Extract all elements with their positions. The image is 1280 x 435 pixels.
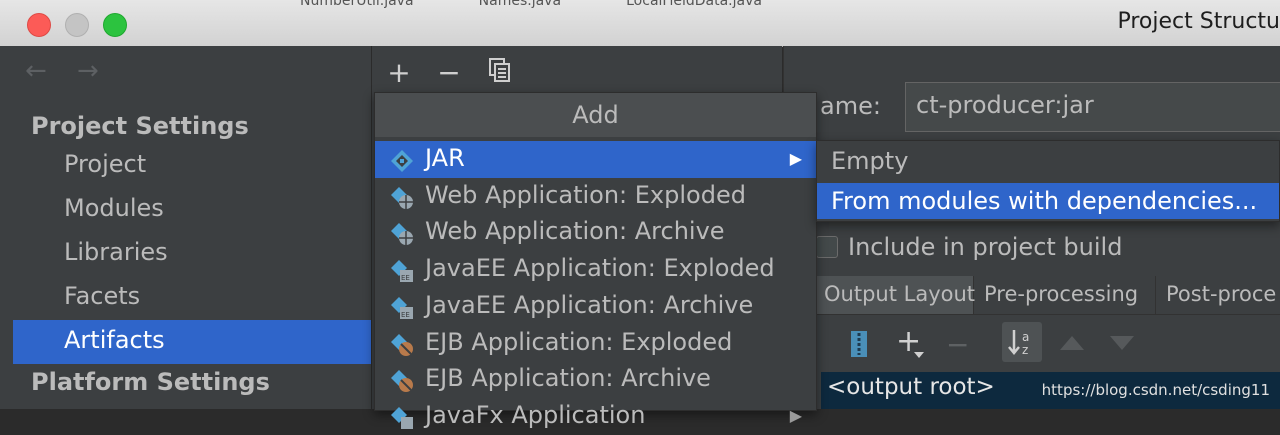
add-artifact-button[interactable]: + [384, 56, 414, 89]
popup-item-ejb-application-exploded[interactable]: EJB Application: Exploded [375, 325, 816, 362]
ejb-app-icon [391, 333, 413, 356]
settings-sidebar: ← → Project Settings Project Modules Lib… [13, 46, 372, 409]
background-editor-tabs: NumberUtil.java Names.java LocalFieldDat… [300, 0, 1000, 8]
tab-output-layout[interactable]: Output Layout [814, 276, 975, 314]
add-artifact-popup: Add JAR ▶ Web Application: Exploded Web App… [374, 92, 817, 429]
window-title: Project Structu [1117, 9, 1280, 34]
platform-settings-header: Platform Settings [31, 368, 270, 396]
sidebar-item-artifacts[interactable]: Artifacts [13, 320, 371, 364]
javaee-app-icon: EE [391, 260, 413, 283]
popup-item-javafx-application[interactable]: JavaFx Application ▶ [375, 398, 816, 435]
background-window-edge [0, 46, 14, 409]
submenu-item-from-modules[interactable]: From modules with dependencies... [817, 183, 1279, 219]
tab-pre-processing[interactable]: Pre-processing [974, 276, 1156, 314]
arrow-left-icon[interactable]: ← [25, 56, 47, 86]
background-tab: NumberUtil.java [300, 0, 414, 8]
popup-item-label: JavaEE Application: Archive [425, 290, 754, 319]
chevron-down-icon [914, 352, 924, 358]
arrow-right-icon[interactable]: → [77, 56, 99, 86]
background-tab: Names.java [478, 0, 562, 8]
popup-item-label: EJB Application: Exploded [425, 327, 733, 356]
javafx-app-icon [391, 406, 413, 429]
minimize-window-button[interactable] [65, 13, 89, 37]
remove-element-button[interactable]: − [946, 328, 969, 361]
popup-item-label: JavaEE Application: Exploded [425, 254, 775, 283]
artifact-tabs: Output Layout Pre-processing Post-proce [784, 276, 1280, 315]
background-tab: LocalFieldData.java [626, 0, 762, 8]
svg-text:EE: EE [401, 311, 410, 319]
popup-item-javaee-application-exploded[interactable]: EE JavaEE Application: Exploded [375, 251, 816, 288]
popup-item-label: EJB Application: Archive [425, 364, 711, 393]
copy-icon[interactable] [489, 58, 511, 82]
web-app-icon [391, 223, 413, 246]
archive-icon[interactable] [848, 330, 870, 358]
sidebar-item-modules[interactable]: Modules [13, 188, 371, 232]
include-in-build-checkbox[interactable] [816, 236, 838, 258]
remove-artifact-button[interactable]: − [434, 56, 464, 89]
sort-button[interactable]: a z [1002, 322, 1042, 362]
sidebar-item-facets[interactable]: Facets [13, 276, 371, 320]
name-label: ame: [820, 92, 881, 120]
move-up-icon[interactable] [1060, 336, 1084, 350]
svg-text:z: z [1022, 343, 1028, 357]
popup-item-label: Web Application: Archive [425, 217, 725, 246]
popup-item-web-application-archive[interactable]: Web Application: Archive [375, 214, 816, 251]
popup-item-web-application-exploded[interactable]: Web Application: Exploded [375, 178, 816, 215]
window-title-bar: NumberUtil.java Names.java LocalFieldDat… [0, 0, 1280, 47]
submenu-item-empty[interactable]: Empty [817, 143, 1279, 179]
artifact-name-input[interactable]: ct-producer:jar [905, 82, 1280, 132]
output-layout-toolbar: + − a z [784, 322, 1280, 366]
include-in-build-label: Include in project build [848, 233, 1123, 261]
jar-icon [391, 150, 413, 172]
popup-item-javaee-application-archive[interactable]: EE JavaEE Application: Archive [375, 288, 816, 325]
output-root-label: <output root> [827, 374, 995, 400]
sidebar-item-project[interactable]: Project [13, 144, 371, 188]
submenu-arrow-icon: ▶ [789, 405, 802, 425]
popup-item-ejb-application-archive[interactable]: EJB Application: Archive [375, 361, 816, 398]
svg-text:a: a [1022, 330, 1029, 344]
svg-text:EE: EE [401, 274, 410, 282]
watermark-url: https://blog.csdn.net/csding11 [1041, 381, 1270, 399]
sidebar-item-libraries[interactable]: Libraries [13, 232, 371, 276]
ejb-app-icon [391, 370, 413, 393]
web-app-icon [391, 186, 413, 209]
close-window-button[interactable] [27, 13, 51, 37]
popup-item-label: JAR [425, 144, 465, 172]
maximize-window-button[interactable] [103, 13, 127, 37]
jar-submenu: Empty From modules with dependencies... [816, 140, 1280, 222]
submenu-arrow-icon: ▶ [789, 149, 802, 168]
move-down-icon[interactable] [1110, 336, 1134, 350]
popup-title: Add [375, 93, 816, 137]
sort-alpha-icon: a z [1008, 330, 1029, 357]
javaee-app-icon: EE [391, 296, 413, 319]
popup-item-label: Web Application: Exploded [425, 180, 746, 209]
popup-item-label: JavaFx Application [425, 400, 646, 429]
popup-item-jar[interactable]: JAR ▶ [375, 141, 816, 178]
tab-post-processing[interactable]: Post-proce [1156, 276, 1280, 314]
project-settings-header: Project Settings [31, 112, 249, 140]
artifact-settings-panel: ame: ct-producer:jar Include in project … [783, 46, 1280, 409]
